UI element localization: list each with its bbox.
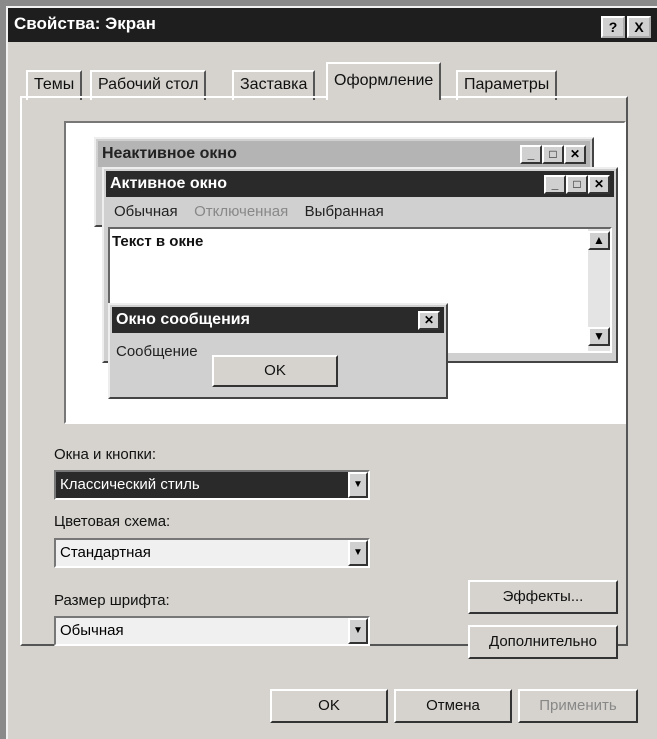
inactive-window-title: Неактивное окно — [102, 145, 237, 162]
message-title-bar: Окно сообщения ✕ — [112, 307, 444, 333]
color-scheme-label: Цветовая схема: — [54, 513, 171, 530]
scroll-up-icon: ▲ — [588, 231, 610, 250]
ok-button[interactable]: OK — [270, 689, 388, 723]
message-ok-button: OK — [212, 355, 338, 387]
maximize-icon: □ — [566, 175, 588, 194]
windows-buttons-select[interactable]: Классический стиль ▼ — [54, 470, 370, 500]
title-bar: Свойства: Экран ? X — [8, 8, 657, 42]
active-window-title: Активное окно — [110, 175, 228, 192]
chevron-down-icon[interactable]: ▼ — [348, 618, 368, 644]
windows-buttons-value: Классический стиль — [60, 476, 200, 493]
menu-item-disabled: Отключенная — [194, 203, 289, 220]
menu-item-selected: Выбранная — [304, 203, 384, 220]
menu-item-normal: Обычная — [114, 203, 178, 220]
message-text: Сообщение — [116, 343, 198, 360]
dialog-title: Свойства: Экран — [14, 14, 156, 33]
scrollbar: ▲ ▼ — [588, 229, 610, 351]
close-icon: ✕ — [564, 145, 586, 164]
font-size-value: Обычная — [60, 622, 124, 639]
preview-menu-bar: Обычная Отключенная Выбранная — [114, 203, 396, 221]
effects-button[interactable]: Эффекты... — [468, 580, 618, 614]
chevron-down-icon[interactable]: ▼ — [348, 540, 368, 566]
minimize-icon: _ — [520, 145, 542, 164]
color-scheme-select[interactable]: Стандартная ▼ — [54, 538, 370, 568]
tab-appearance[interactable]: Оформление — [326, 62, 442, 100]
message-window: Окно сообщения ✕ Сообщение OK — [108, 303, 448, 399]
close-icon: ✕ — [418, 311, 440, 330]
cancel-button[interactable]: Отмена — [394, 689, 512, 723]
apply-button[interactable]: Применить — [518, 689, 638, 723]
message-window-title: Окно сообщения — [116, 311, 250, 328]
chevron-down-icon[interactable]: ▼ — [348, 472, 368, 498]
window-text: Текст в окне — [112, 233, 204, 250]
color-scheme-value: Стандартная — [60, 544, 151, 561]
appearance-preview: Неактивное окно _ □ ✕ Активное окно _ □ … — [64, 121, 626, 424]
scroll-down-icon: ▼ — [588, 327, 610, 346]
windows-buttons-label: Окна и кнопки: — [54, 446, 156, 463]
minimize-icon: _ — [544, 175, 566, 194]
inactive-title-bar: Неактивное окно _ □ ✕ — [98, 141, 590, 167]
close-button[interactable]: X — [627, 16, 651, 38]
font-size-label: Размер шрифта: — [54, 592, 170, 609]
display-properties-dialog: Свойства: Экран ? X Темы Рабочий стол За… — [6, 6, 657, 739]
active-title-bar: Активное окно _ □ ✕ — [106, 171, 614, 197]
help-button[interactable]: ? — [601, 16, 625, 38]
tab-strip: Темы Рабочий стол Заставка Оформление Па… — [8, 60, 657, 100]
close-icon: ✕ — [588, 175, 610, 194]
advanced-button[interactable]: Дополнительно — [468, 625, 618, 659]
font-size-select[interactable]: Обычная ▼ — [54, 616, 370, 646]
maximize-icon: □ — [542, 145, 564, 164]
